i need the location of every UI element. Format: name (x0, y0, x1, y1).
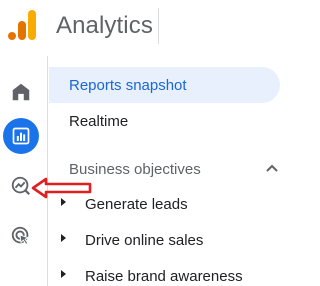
advertising-button[interactable] (3, 218, 39, 254)
nav-item-label: Realtime (69, 112, 129, 130)
top-bar: Analytics (0, 0, 280, 56)
left-rail (0, 56, 48, 286)
home-button[interactable] (3, 74, 39, 110)
explore-icon (11, 176, 31, 196)
reports-nav-panel: Reports snapshot Realtime Business objec… (49, 56, 280, 286)
home-icon (12, 83, 30, 101)
google-analytics-logo-icon[interactable] (8, 10, 38, 42)
reports-button[interactable] (3, 118, 39, 154)
section-label: Business objectives (69, 160, 201, 178)
nav-item-label: Raise brand awareness (85, 268, 243, 285)
expand-triangle-icon[interactable] (61, 234, 66, 242)
chevron-up-icon[interactable] (264, 161, 280, 177)
nav-item-label: Drive online sales (85, 232, 204, 249)
nav-item-label: Generate leads (85, 196, 188, 213)
nav-item-label: Reports snapshot (69, 76, 187, 94)
reports-icon (12, 127, 30, 145)
nav-item-reports-snapshot[interactable]: Reports snapshot (49, 67, 280, 103)
nav-item-drive-online-sales[interactable]: Drive online sales (49, 223, 280, 259)
red-arrow-annotation-icon (31, 177, 92, 199)
advertising-icon (11, 226, 30, 245)
expand-triangle-icon[interactable] (61, 270, 66, 278)
nav-item-raise-brand-awareness[interactable]: Raise brand awareness (49, 259, 280, 286)
title-divider (158, 8, 159, 44)
app-title: Analytics (56, 12, 153, 39)
nav-item-realtime[interactable]: Realtime (49, 103, 280, 139)
